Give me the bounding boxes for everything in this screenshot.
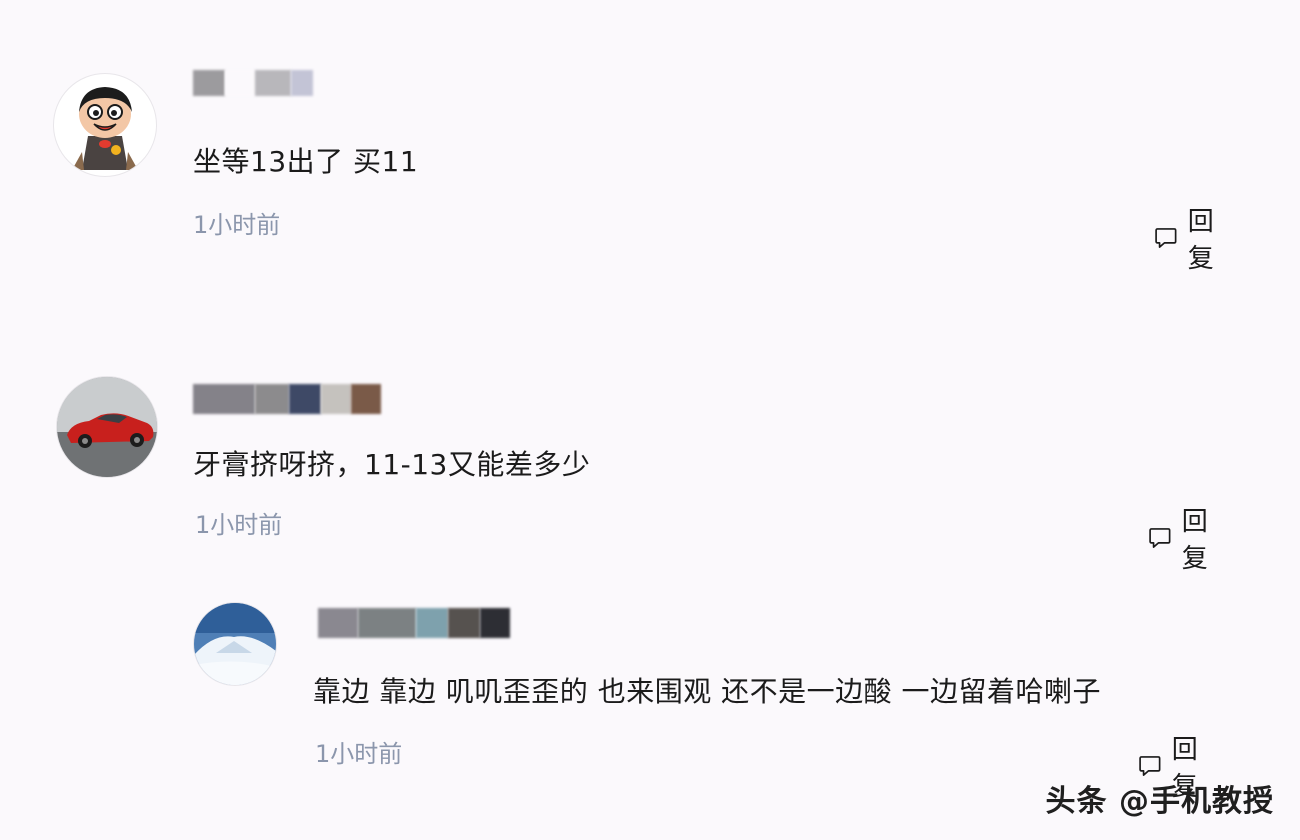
snowy-roof-icon — [194, 603, 276, 685]
cartoon-boy-icon — [72, 87, 138, 170]
reply-button[interactable]: 回复 — [1148, 501, 1218, 575]
reply-button[interactable]: 回复 — [1154, 201, 1224, 275]
username-blurred[interactable] — [193, 384, 381, 414]
comment-text: 牙膏挤呀挤，11-13又能差多少 — [193, 448, 591, 481]
snowy-roof-avatar[interactable] — [193, 602, 277, 686]
comment-time: 1小时前 — [195, 511, 283, 539]
comment-time: 1小时前 — [193, 211, 281, 239]
reply-label: 回复 — [1187, 207, 1214, 274]
red-sports-car-icon — [57, 377, 157, 477]
comment-bubble-icon — [1149, 528, 1171, 548]
comment-bubble-icon — [1155, 228, 1177, 248]
comment-text: 坐等13出了 买11 — [193, 145, 419, 178]
red-sports-car-avatar[interactable] — [56, 376, 158, 478]
reply-label: 回复 — [1181, 507, 1208, 574]
username-blurred[interactable] — [318, 608, 510, 638]
watermark: 头条 @手机教授 — [1045, 784, 1274, 819]
username-blurred[interactable] — [193, 70, 313, 96]
comment-text: 靠边 靠边 叽叽歪歪的 也来围观 还不是一边酸 一边留着哈喇子 — [313, 675, 1102, 708]
comment-time: 1小时前 — [315, 740, 403, 768]
cartoon-boy-avatar[interactable] — [53, 73, 157, 177]
